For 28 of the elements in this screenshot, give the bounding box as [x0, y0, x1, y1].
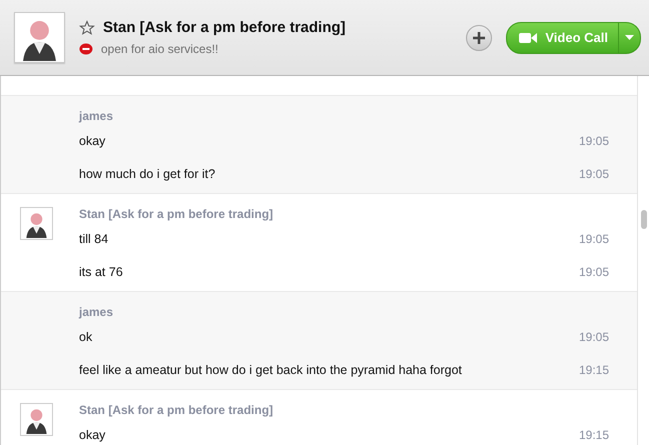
message-text: ok	[79, 330, 92, 344]
message-text: till 84	[79, 232, 108, 246]
plus-icon	[472, 30, 486, 44]
sender-name: Stan [Ask for a pm before trading]	[79, 403, 274, 417]
message-time: 19:05	[578, 330, 609, 344]
status-icon	[79, 43, 93, 55]
message-text: its at 76	[79, 265, 123, 279]
message-time: 19:15	[578, 363, 609, 377]
sender-name: Stan [Ask for a pm before trading]	[79, 207, 274, 221]
message-text: okay	[79, 134, 106, 148]
message-time: 19:05	[578, 265, 609, 279]
message-text: feel like a ameatur but how do i get back into the pyramid haha forgot	[79, 363, 462, 377]
message-time: 19:05	[578, 134, 609, 148]
caret-icon	[625, 34, 634, 40]
star-icon[interactable]	[79, 20, 95, 36]
video-call-button[interactable]: Video Call	[507, 22, 618, 52]
contact-name: Stan [Ask for a pm before trading]	[103, 19, 346, 36]
message-time: 19:15	[578, 428, 609, 442]
video-camera-icon	[519, 32, 538, 44]
mood-message: open for aio services!!	[101, 42, 218, 56]
add-button[interactable]	[466, 24, 492, 50]
message-time: 19:05	[578, 232, 609, 246]
sender-name: james	[79, 109, 114, 123]
message-text: okay	[79, 428, 106, 442]
sender-name: james	[79, 305, 114, 319]
message-text: how much do i get for it?	[79, 167, 216, 181]
message-time: 19:05	[578, 167, 609, 181]
scrollbar-thumb[interactable]	[641, 210, 647, 229]
